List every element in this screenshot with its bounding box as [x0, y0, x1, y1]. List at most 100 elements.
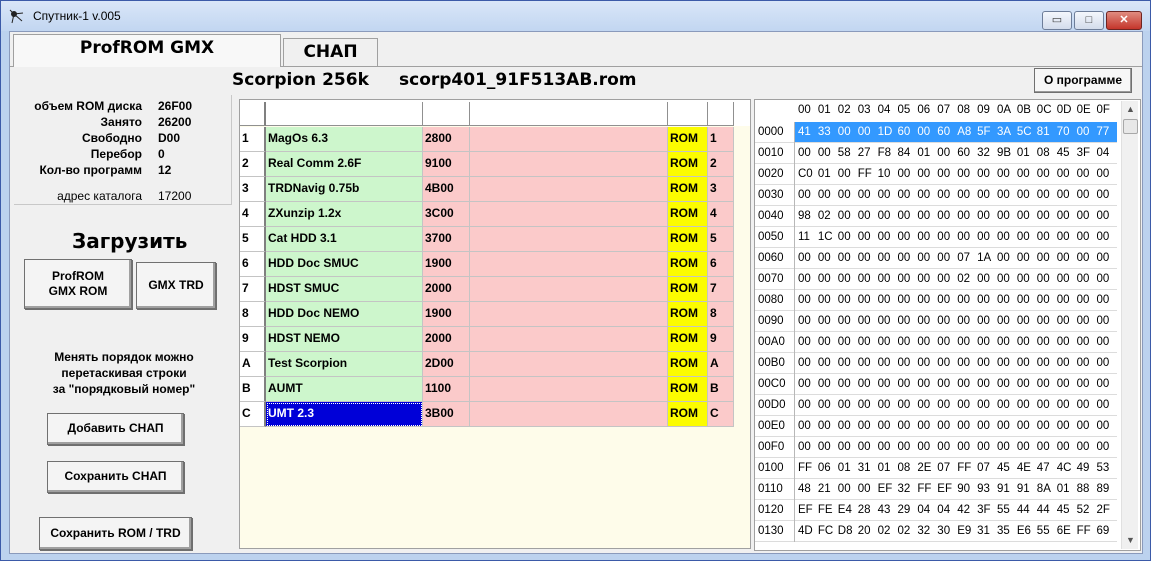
hex-byte[interactable]: E6: [1017, 521, 1031, 541]
hex-byte[interactable]: 00: [858, 269, 871, 289]
hex-byte[interactable]: 00: [1057, 311, 1070, 331]
hex-byte[interactable]: 44: [1037, 500, 1050, 520]
program-name-cell[interactable]: UMT 2.3: [266, 402, 423, 427]
hex-byte[interactable]: 00: [1077, 185, 1090, 205]
hex-byte[interactable]: FF: [858, 164, 872, 184]
hex-byte[interactable]: 00: [937, 437, 950, 457]
hex-byte[interactable]: 00: [838, 437, 851, 457]
hex-byte[interactable]: 00: [1037, 206, 1050, 226]
hex-byte[interactable]: 00: [977, 227, 990, 247]
hex-row[interactable]: 0090 00 00 00 00 00 00 00 00 00 00 00 00 00 00 00 00: [755, 311, 1117, 332]
hex-byte[interactable]: 00: [997, 185, 1010, 205]
hex-row[interactable]: 0120 EF FE E4 28 43 29 04 04 42 3F 55 44 44 45 52 2F: [755, 500, 1117, 521]
hex-byte[interactable]: 89: [1097, 479, 1110, 499]
hex-byte[interactable]: 00: [1017, 164, 1030, 184]
hex-byte[interactable]: 00: [1097, 248, 1110, 268]
hex-byte[interactable]: 07: [957, 248, 970, 268]
tab-profrom-gmx[interactable]: ProfROM GMX: [13, 34, 281, 67]
hex-byte[interactable]: 00: [858, 374, 871, 394]
hex-byte[interactable]: 00: [858, 395, 871, 415]
hex-byte[interactable]: 00: [937, 227, 950, 247]
load-profrom-gmx-rom-button[interactable]: ProfROM GMX ROM: [24, 259, 132, 309]
hex-byte[interactable]: 00: [1097, 374, 1110, 394]
hex-byte[interactable]: 00: [1097, 206, 1110, 226]
hex-byte[interactable]: 00: [937, 332, 950, 352]
hex-byte[interactable]: 28: [858, 500, 871, 520]
hex-byte[interactable]: 00: [818, 269, 831, 289]
row-number-handle-cell[interactable]: 5: [240, 227, 266, 252]
hex-byte[interactable]: 00: [798, 416, 811, 436]
hex-byte[interactable]: 00: [1057, 332, 1070, 352]
hex-byte[interactable]: 00: [1057, 353, 1070, 373]
hex-byte[interactable]: EF: [878, 479, 893, 499]
hex-byte[interactable]: FF: [1077, 521, 1091, 541]
hex-byte[interactable]: 00: [1097, 311, 1110, 331]
hex-byte[interactable]: 41: [798, 122, 811, 142]
hex-byte[interactable]: 5C: [1017, 122, 1032, 142]
table-row[interactable]: 1 MagOs 6.3 2800 ROM 1: [240, 127, 750, 152]
hex-byte[interactable]: 00: [937, 164, 950, 184]
row-number-handle-cell[interactable]: 7: [240, 277, 266, 302]
hex-byte[interactable]: 49: [1077, 458, 1090, 478]
scroll-up-icon[interactable]: ▲: [1122, 101, 1139, 118]
hex-byte[interactable]: 00: [1077, 122, 1090, 142]
hex-byte[interactable]: 00: [818, 143, 831, 163]
hex-byte[interactable]: 00: [917, 416, 930, 436]
hex-byte[interactable]: 08: [1037, 143, 1050, 163]
hex-byte[interactable]: 55: [1037, 521, 1050, 541]
hex-byte[interactable]: 00: [1097, 185, 1110, 205]
hex-byte[interactable]: 45: [1057, 143, 1070, 163]
hex-byte[interactable]: 00: [937, 290, 950, 310]
hex-row[interactable]: 0040 98 02 00 00 00 00 00 00 00 00 00 00 00 00 00 00: [755, 206, 1117, 227]
table-row[interactable]: B AUMT 1100 ROM B: [240, 377, 750, 402]
hex-byte[interactable]: 33: [818, 122, 831, 142]
hex-byte[interactable]: 48: [798, 479, 811, 499]
hex-byte[interactable]: 55: [997, 500, 1010, 520]
hex-byte[interactable]: 00: [878, 437, 891, 457]
hex-byte[interactable]: 00: [937, 374, 950, 394]
program-name-cell[interactable]: ZXunzip 1.2x: [266, 202, 423, 227]
hex-byte[interactable]: 3F: [1077, 143, 1090, 163]
hex-viewer[interactable]: 00 01 02 03 04 05 06 07 08 09 0A 0B 0C 0D 0E 0F 0000 41 3…: [754, 99, 1141, 551]
hex-byte[interactable]: 00: [838, 416, 851, 436]
hex-byte[interactable]: 01: [917, 143, 930, 163]
hex-byte[interactable]: 00: [1017, 290, 1030, 310]
hex-byte[interactable]: 00: [937, 353, 950, 373]
hex-row[interactable]: 00B0 00 00 00 00 00 00 00 00 00 00 00 00 00 00 00 00: [755, 353, 1117, 374]
table-row[interactable]: 7 HDST SMUC 2000 ROM 7: [240, 277, 750, 302]
save-snap-button[interactable]: Сохранить СНАП: [47, 461, 184, 493]
hex-byte[interactable]: 00: [1017, 437, 1030, 457]
hex-byte[interactable]: 00: [977, 269, 990, 289]
hex-byte[interactable]: 00: [858, 248, 871, 268]
hex-byte[interactable]: 00: [1077, 374, 1090, 394]
hex-byte[interactable]: 00: [1037, 164, 1050, 184]
hex-byte[interactable]: 01: [818, 164, 831, 184]
hex-byte[interactable]: 44: [1017, 500, 1030, 520]
hex-byte[interactable]: 00: [1037, 290, 1050, 310]
hex-byte[interactable]: 4D: [798, 521, 813, 541]
hex-byte[interactable]: 00: [917, 374, 930, 394]
hex-byte[interactable]: 00: [977, 353, 990, 373]
table-row[interactable]: 6 HDD Doc SMUC 1900 ROM 6: [240, 252, 750, 277]
hex-byte[interactable]: 00: [818, 290, 831, 310]
hex-byte[interactable]: 45: [1057, 500, 1070, 520]
hex-byte[interactable]: A8: [957, 122, 971, 142]
hex-byte[interactable]: 00: [1037, 185, 1050, 205]
hex-byte[interactable]: 00: [818, 353, 831, 373]
row-number-handle-cell[interactable]: 6: [240, 252, 266, 277]
hex-byte[interactable]: 00: [1017, 332, 1030, 352]
row-number-handle-cell[interactable]: 8: [240, 302, 266, 327]
hex-byte[interactable]: 00: [1057, 185, 1070, 205]
hex-byte[interactable]: 69: [1097, 521, 1110, 541]
hex-byte[interactable]: 00: [937, 248, 950, 268]
hex-byte[interactable]: F8: [878, 143, 891, 163]
hex-byte[interactable]: 60: [898, 122, 911, 142]
hex-byte[interactable]: 00: [818, 395, 831, 415]
hex-byte[interactable]: 00: [798, 248, 811, 268]
hex-byte[interactable]: 00: [917, 395, 930, 415]
hex-row[interactable]: 0050 11 1C 00 00 00 00 00 00 00 00 00 00 00 00 00 00: [755, 227, 1117, 248]
hex-byte[interactable]: 00: [997, 227, 1010, 247]
hex-byte[interactable]: 00: [1097, 353, 1110, 373]
hex-byte[interactable]: 00: [818, 248, 831, 268]
hex-byte[interactable]: 00: [1077, 395, 1090, 415]
